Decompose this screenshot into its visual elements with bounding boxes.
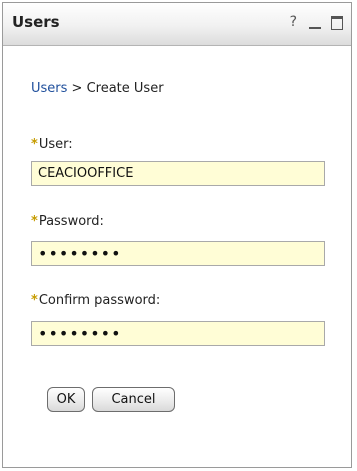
required-marker: * xyxy=(31,137,38,152)
breadcrumb-current: Create User xyxy=(86,81,164,96)
user-field[interactable] xyxy=(31,161,325,186)
minimize-icon[interactable] xyxy=(309,13,321,33)
panel-titlebar: Users ? xyxy=(3,3,351,46)
panel-title: Users xyxy=(12,13,60,31)
breadcrumb-separator: > xyxy=(67,81,87,96)
required-marker: * xyxy=(31,293,38,308)
cancel-button[interactable]: Cancel xyxy=(92,387,175,412)
users-panel: Users ? Users > Create User *User: *Pass… xyxy=(2,2,352,468)
breadcrumb-users-link[interactable]: Users xyxy=(31,81,67,96)
user-label: *User: xyxy=(31,137,73,152)
password-field[interactable] xyxy=(31,241,325,266)
confirm-password-label: *Confirm password: xyxy=(31,293,161,308)
password-label: *Password: xyxy=(31,214,104,229)
required-marker: * xyxy=(31,214,38,229)
ok-button[interactable]: OK xyxy=(47,387,85,412)
breadcrumb: Users > Create User xyxy=(31,81,164,96)
help-icon[interactable]: ? xyxy=(290,14,297,30)
confirm-password-field[interactable] xyxy=(31,321,325,346)
maximize-icon[interactable] xyxy=(331,16,343,30)
